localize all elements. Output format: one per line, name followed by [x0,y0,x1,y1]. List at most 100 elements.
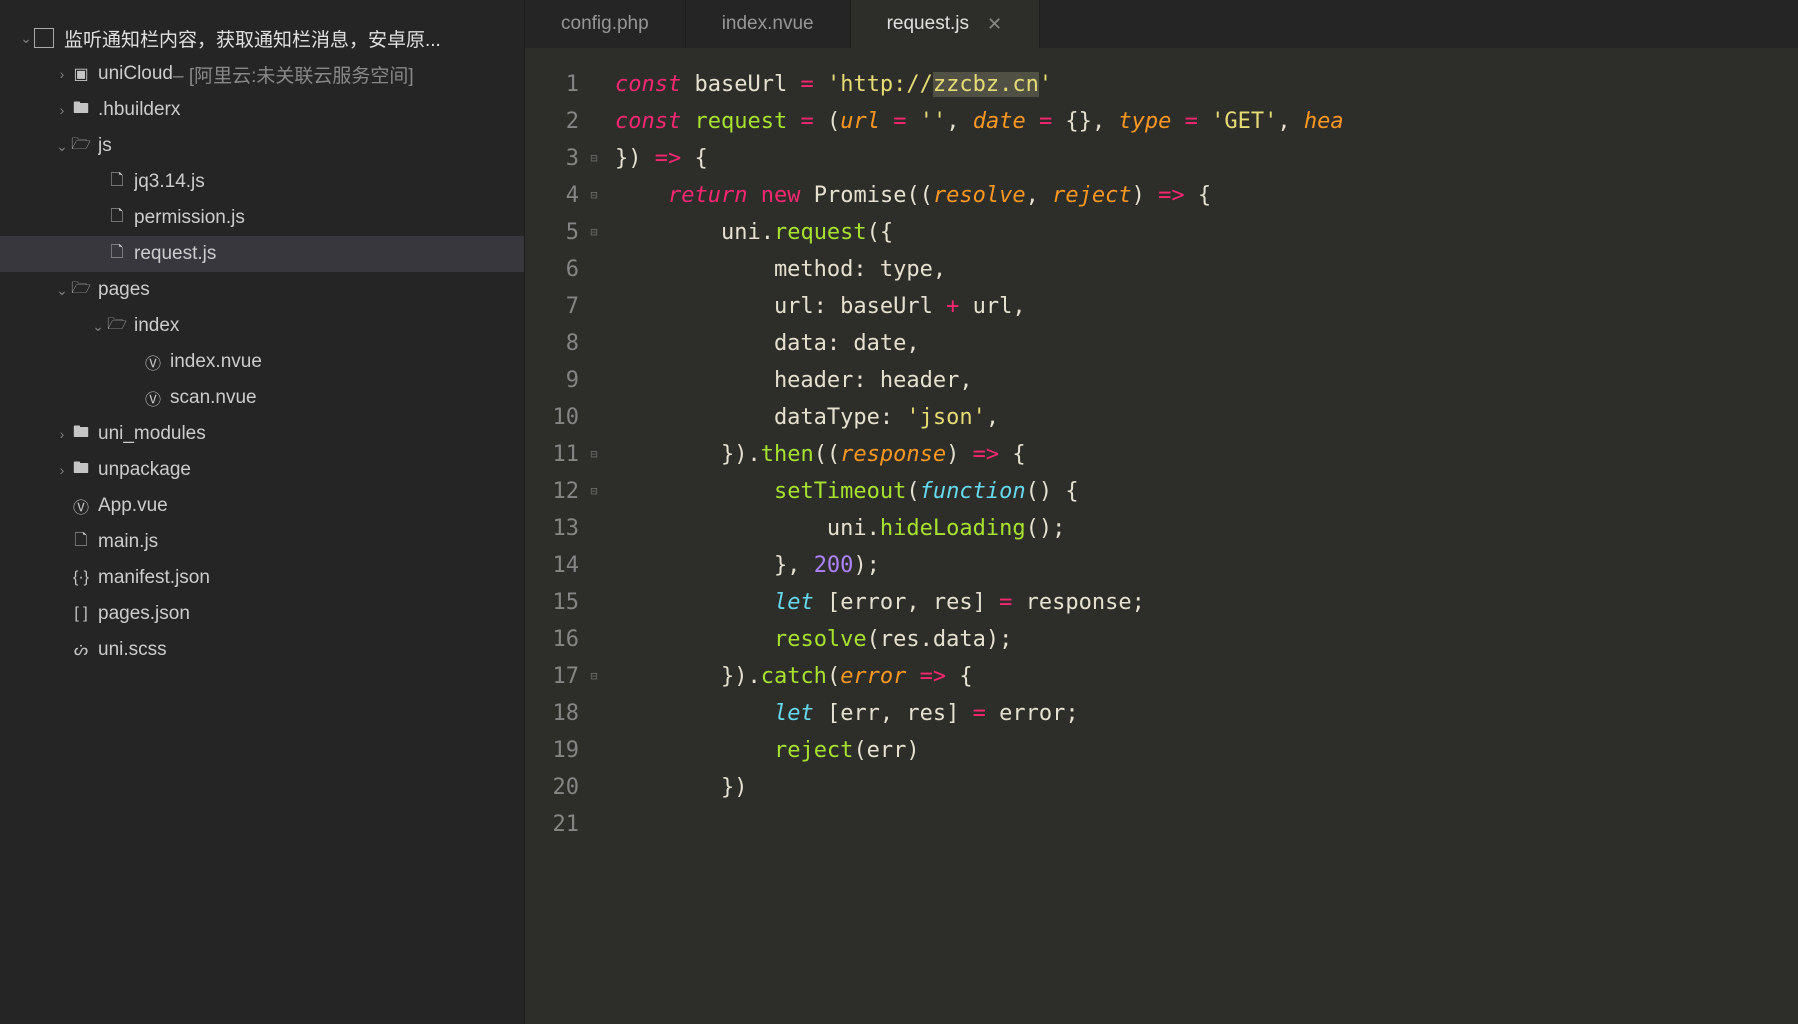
chevron-right-icon[interactable]: › [54,426,70,442]
code-line[interactable]: }).catch(error => { [615,658,1798,695]
tab-label: config.php [561,13,649,35]
fold-spacer [585,362,603,399]
line-number: 20 [525,769,579,806]
tab-config-php[interactable]: config.php [525,0,686,48]
code-line[interactable]: url: baseUrl + url, [615,288,1798,325]
code-line[interactable]: uni.request({ [615,214,1798,251]
code-editor[interactable]: 123456789101112131415161718192021 ⊟⊟⊟⊟⊟⊟… [525,48,1798,1024]
line-number: 9 [525,362,579,399]
tree-item-permission-js[interactable]: 🗋permission.js [0,200,524,236]
tree-item-main-js[interactable]: 🗋main.js [0,524,524,560]
editor-tabs: config.php index.nvuerequest.js✕ [525,0,1798,48]
tree-item-index[interactable]: ⌄🗁index [0,308,524,344]
fold-spacer [585,288,603,325]
fold-toggle-icon[interactable]: ⊟ [585,177,603,214]
code-line[interactable]: const baseUrl = 'http://zzcbz.cn' [615,66,1798,103]
line-number: 17 [525,658,579,695]
code-line[interactable]: const request = (url = '', date = {}, ty… [615,103,1798,140]
code-line[interactable]: let [error, res] = response; [615,584,1798,621]
folder-icon: 🖿 [70,97,92,124]
tree-root[interactable]: ⌄ 监听通知栏内容，获取通知栏消息，安卓原... [0,20,524,56]
fold-spacer [585,399,603,436]
line-number: 5 [525,214,579,251]
tree-item-uni-modules[interactable]: ›🖿uni_modules [0,416,524,452]
code-line[interactable]: }, 200); [615,547,1798,584]
chevron-right-icon[interactable]: › [54,462,70,478]
tree-item-label: manifest.json [98,567,210,589]
chevron-down-icon[interactable]: ⌄ [90,318,106,335]
folder-cloud-icon: ▣ [70,64,92,84]
tree-item-scan-nvue[interactable]: Ⓥscan.nvue [0,380,524,416]
tree-item-js[interactable]: ⌄🗁js [0,128,524,164]
file-scss-icon: ᔖ [70,640,92,660]
fold-spacer [585,547,603,584]
fold-spacer [585,806,603,843]
line-number: 19 [525,732,579,769]
fold-spacer [585,621,603,658]
fold-spacer [585,510,603,547]
chevron-down-icon[interactable]: ⌄ [54,138,70,155]
code-line[interactable]: setTimeout(function() { [615,473,1798,510]
tree-item-label: pages [98,279,150,301]
tree-item-pages-json[interactable]: [ ]pages.json [0,596,524,632]
fold-spacer [585,325,603,362]
project-title: 监听通知栏内容，获取通知栏消息，安卓原... [64,25,441,52]
line-number: 7 [525,288,579,325]
tab-index-nvue[interactable]: index.nvue [686,0,851,48]
code-line[interactable]: uni.hideLoading(); [615,510,1798,547]
line-number: 2 [525,103,579,140]
code-line[interactable]: reject(err) [615,732,1798,769]
tree-item-app-vue[interactable]: ⓋApp.vue [0,488,524,524]
code-line[interactable]: }) => { [615,140,1798,177]
tree-item-label: pages.json [98,603,190,625]
code-line[interactable]: }) [615,769,1798,806]
tree-item-jq3-14-js[interactable]: 🗋jq3.14.js [0,164,524,200]
fold-toggle-icon[interactable]: ⊟ [585,658,603,695]
file-explorer: ⌄ 监听通知栏内容，获取通知栏消息，安卓原... ›▣uniCloud – [阿… [0,0,525,1024]
file-js-icon: 🗋 [70,529,92,556]
file-js-icon: 🗋 [106,241,128,268]
tree-item-uni-scss[interactable]: ᔖ uni.scss [0,632,524,668]
chevron-down-icon[interactable]: ⌄ [54,282,70,299]
line-number: 13 [525,510,579,547]
code-content[interactable]: const baseUrl = 'http://zzcbz.cn'const r… [603,66,1798,1024]
fold-toggle-icon[interactable]: ⊟ [585,436,603,473]
chevron-right-icon[interactable]: › [54,66,70,82]
code-line[interactable]: }).then((response) => { [615,436,1798,473]
tree-item-manifest-json[interactable]: {·}manifest.json [0,560,524,596]
tree-item-unpackage[interactable]: ›🖿 unpackage [0,452,524,488]
tree-item-label: js [98,135,112,157]
code-line[interactable] [615,806,1798,843]
tab-request-js[interactable]: request.js✕ [851,0,1040,48]
code-line[interactable]: resolve(res.data); [615,621,1798,658]
tree-item-label: unpackage [98,459,191,481]
tree-item-label: uni.scss [98,639,167,661]
line-number: 15 [525,584,579,621]
tree-item-unicloud[interactable]: ›▣uniCloud – [阿里云:未关联云服务空间] [0,56,524,92]
line-number: 12 [525,473,579,510]
tree-item-index-nvue[interactable]: Ⓥindex.nvue [0,344,524,380]
close-icon[interactable]: ✕ [987,14,1003,35]
line-number: 6 [525,251,579,288]
code-line[interactable]: header: header, [615,362,1798,399]
line-number: 1 [525,66,579,103]
fold-toggle-icon[interactable]: ⊟ [585,214,603,251]
code-line[interactable]: return new Promise((resolve, reject) => … [615,177,1798,214]
chevron-right-icon[interactable]: › [54,102,70,118]
fold-toggle-icon[interactable]: ⊟ [585,140,603,177]
code-line[interactable]: data: date, [615,325,1798,362]
fold-toggle-icon[interactable]: ⊟ [585,473,603,510]
tree-item-pages[interactable]: ⌄🗁pages [0,272,524,308]
code-line[interactable]: let [err, res] = error; [615,695,1798,732]
line-number: 10 [525,399,579,436]
tree-item-label: .hbuilderx [98,99,180,121]
folder-icon: 🖿 [70,457,92,484]
code-line[interactable]: dataType: 'json', [615,399,1798,436]
tree-item--hbuilderx[interactable]: ›🖿 .hbuilderx [0,92,524,128]
line-number: 4 [525,177,579,214]
file-nvue-icon: Ⓥ [142,386,164,410]
line-number: 16 [525,621,579,658]
tree-item-request-js[interactable]: 🗋request.js [0,236,524,272]
fold-spacer [585,732,603,769]
code-line[interactable]: method: type, [615,251,1798,288]
